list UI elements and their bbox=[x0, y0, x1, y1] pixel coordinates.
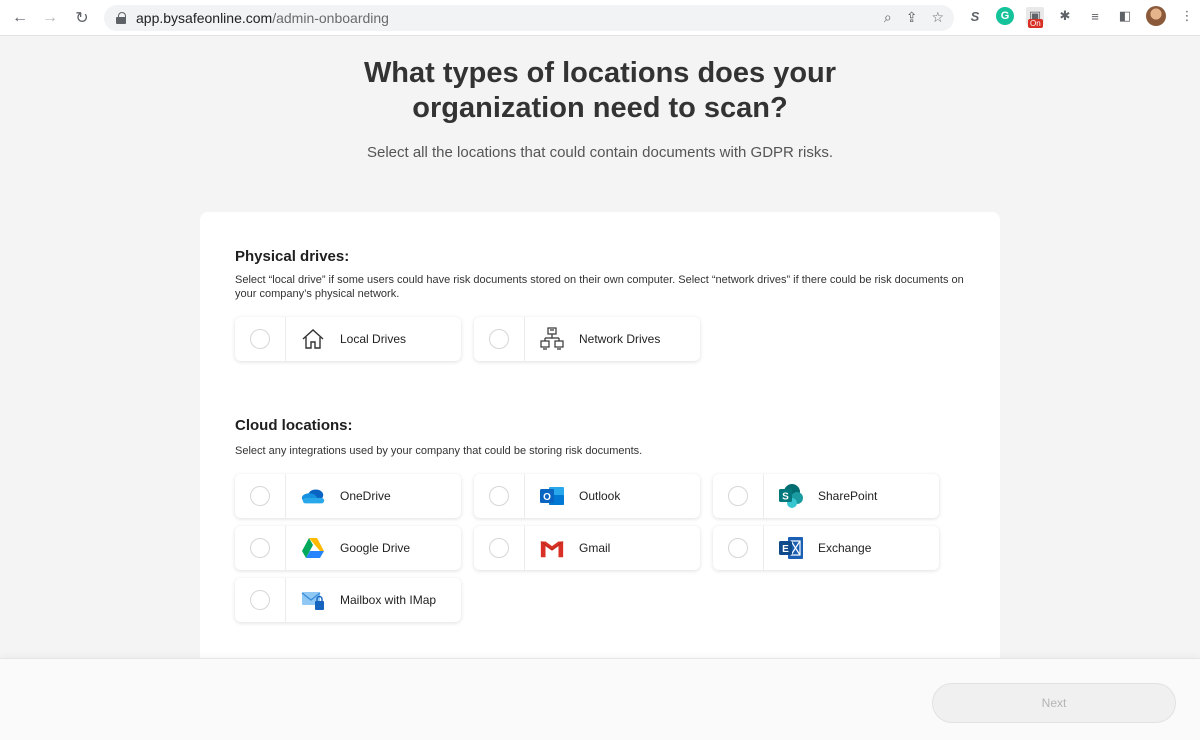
exchange-icon: E bbox=[778, 535, 804, 561]
exchange-label: Exchange bbox=[818, 541, 872, 555]
recorder-on-badge: On bbox=[1028, 19, 1043, 28]
menu-kebab-icon[interactable]: ⋮ bbox=[1178, 7, 1196, 25]
svg-text:E: E bbox=[782, 544, 789, 555]
page-title-line2: organization need to scan? bbox=[412, 92, 788, 124]
side-panel-icon[interactable]: ◧ bbox=[1116, 7, 1134, 25]
page-header: What types of locations does your organi… bbox=[0, 56, 1200, 161]
divider bbox=[285, 526, 286, 570]
svg-text:S: S bbox=[782, 492, 789, 503]
house-icon bbox=[300, 326, 326, 352]
zoom-icon[interactable]: ⌕ bbox=[884, 9, 892, 26]
option-mailbox-imap[interactable]: Mailbox with IMap bbox=[235, 578, 461, 622]
google-drive-checkbox[interactable] bbox=[250, 538, 270, 558]
profile-avatar[interactable] bbox=[1146, 6, 1166, 26]
google-drive-icon bbox=[300, 535, 326, 561]
extensions-puzzle-icon[interactable]: ✱ bbox=[1056, 7, 1074, 25]
divider bbox=[763, 526, 764, 570]
divider bbox=[763, 474, 764, 518]
url-host: app.bysafeonline.com bbox=[136, 10, 273, 26]
reload-icon[interactable]: ↻ bbox=[68, 4, 96, 32]
sharepoint-checkbox[interactable] bbox=[728, 486, 748, 506]
option-outlook[interactable]: O Outlook bbox=[474, 474, 700, 518]
divider bbox=[524, 526, 525, 570]
option-sharepoint[interactable]: S SharePoint bbox=[713, 474, 939, 518]
outlook-label: Outlook bbox=[579, 489, 621, 503]
divider bbox=[285, 578, 286, 622]
google-drive-label: Google Drive bbox=[340, 541, 411, 555]
page-title-line1: What types of locations does your bbox=[363, 57, 837, 89]
network-icon bbox=[539, 326, 565, 352]
option-google-drive[interactable]: Google Drive bbox=[235, 526, 461, 570]
exchange-checkbox[interactable] bbox=[728, 538, 748, 558]
url-text: app.bysafeonline.com/admin-onboarding bbox=[136, 10, 389, 26]
onedrive-checkbox[interactable] bbox=[250, 486, 270, 506]
sharepoint-label: SharePoint bbox=[818, 489, 878, 503]
page-title: What types of locations does your organi… bbox=[0, 56, 1200, 126]
outlook-icon: O bbox=[539, 483, 565, 509]
network-drives-label: Network Drives bbox=[579, 332, 661, 346]
back-arrow-icon[interactable]: ← bbox=[6, 4, 34, 32]
divider bbox=[285, 317, 286, 361]
recorder-extension-icon[interactable]: ▣ On bbox=[1026, 7, 1044, 28]
mailbox-imap-label: Mailbox with IMap bbox=[340, 593, 437, 607]
locations-card: Physical drives: Select “local drive” if… bbox=[200, 212, 1000, 672]
onedrive-icon bbox=[300, 483, 326, 509]
cloud-locations-description: Select any integrations used by your com… bbox=[235, 445, 643, 457]
cloud-locations-title: Cloud locations: bbox=[235, 417, 353, 434]
mailbox-imap-checkbox[interactable] bbox=[250, 590, 270, 610]
divider bbox=[285, 474, 286, 518]
page-subtitle: Select all the locations that could cont… bbox=[366, 144, 834, 161]
footer-bar: Next bbox=[0, 658, 1200, 740]
network-drives-checkbox[interactable] bbox=[489, 329, 509, 349]
local-drives-label: Local Drives bbox=[340, 332, 407, 346]
mailbox-imap-icon bbox=[300, 587, 326, 613]
gmail-checkbox[interactable] bbox=[489, 538, 509, 558]
local-drives-checkbox[interactable] bbox=[250, 329, 270, 349]
option-network-drives[interactable]: Network Drives bbox=[474, 317, 700, 361]
svg-text:O: O bbox=[543, 492, 551, 503]
script-extension-icon[interactable]: S bbox=[966, 7, 984, 25]
option-gmail[interactable]: Gmail bbox=[474, 526, 700, 570]
reading-list-icon[interactable]: ≡ bbox=[1086, 7, 1104, 25]
physical-drives-title: Physical drives: bbox=[235, 248, 350, 265]
option-local-drives[interactable]: Local Drives bbox=[235, 317, 461, 361]
browser-toolbar: ← → ↻ app.bysafeonline.com/admin-onboard… bbox=[0, 0, 1200, 36]
outlook-checkbox[interactable] bbox=[489, 486, 509, 506]
sharepoint-icon: S bbox=[778, 483, 804, 509]
url-path: /admin-onboarding bbox=[272, 10, 389, 26]
lock-icon bbox=[116, 12, 126, 24]
gmail-label: Gmail bbox=[579, 541, 611, 555]
star-icon[interactable]: ☆ bbox=[931, 9, 944, 26]
divider bbox=[524, 474, 525, 518]
share-icon[interactable]: ⇪ bbox=[906, 9, 918, 26]
option-exchange[interactable]: E Exchange bbox=[713, 526, 939, 570]
address-bar[interactable]: app.bysafeonline.com/admin-onboarding ⌕ … bbox=[104, 5, 954, 31]
onedrive-label: OneDrive bbox=[340, 489, 391, 503]
physical-drives-description: Select “local drive” if some users could… bbox=[235, 274, 964, 300]
forward-arrow-icon[interactable]: → bbox=[36, 4, 64, 32]
divider bbox=[524, 317, 525, 361]
gmail-icon bbox=[539, 535, 565, 561]
next-button[interactable]: Next bbox=[932, 683, 1176, 723]
grammarly-extension-icon[interactable]: G bbox=[996, 7, 1014, 25]
option-onedrive[interactable]: OneDrive bbox=[235, 474, 461, 518]
